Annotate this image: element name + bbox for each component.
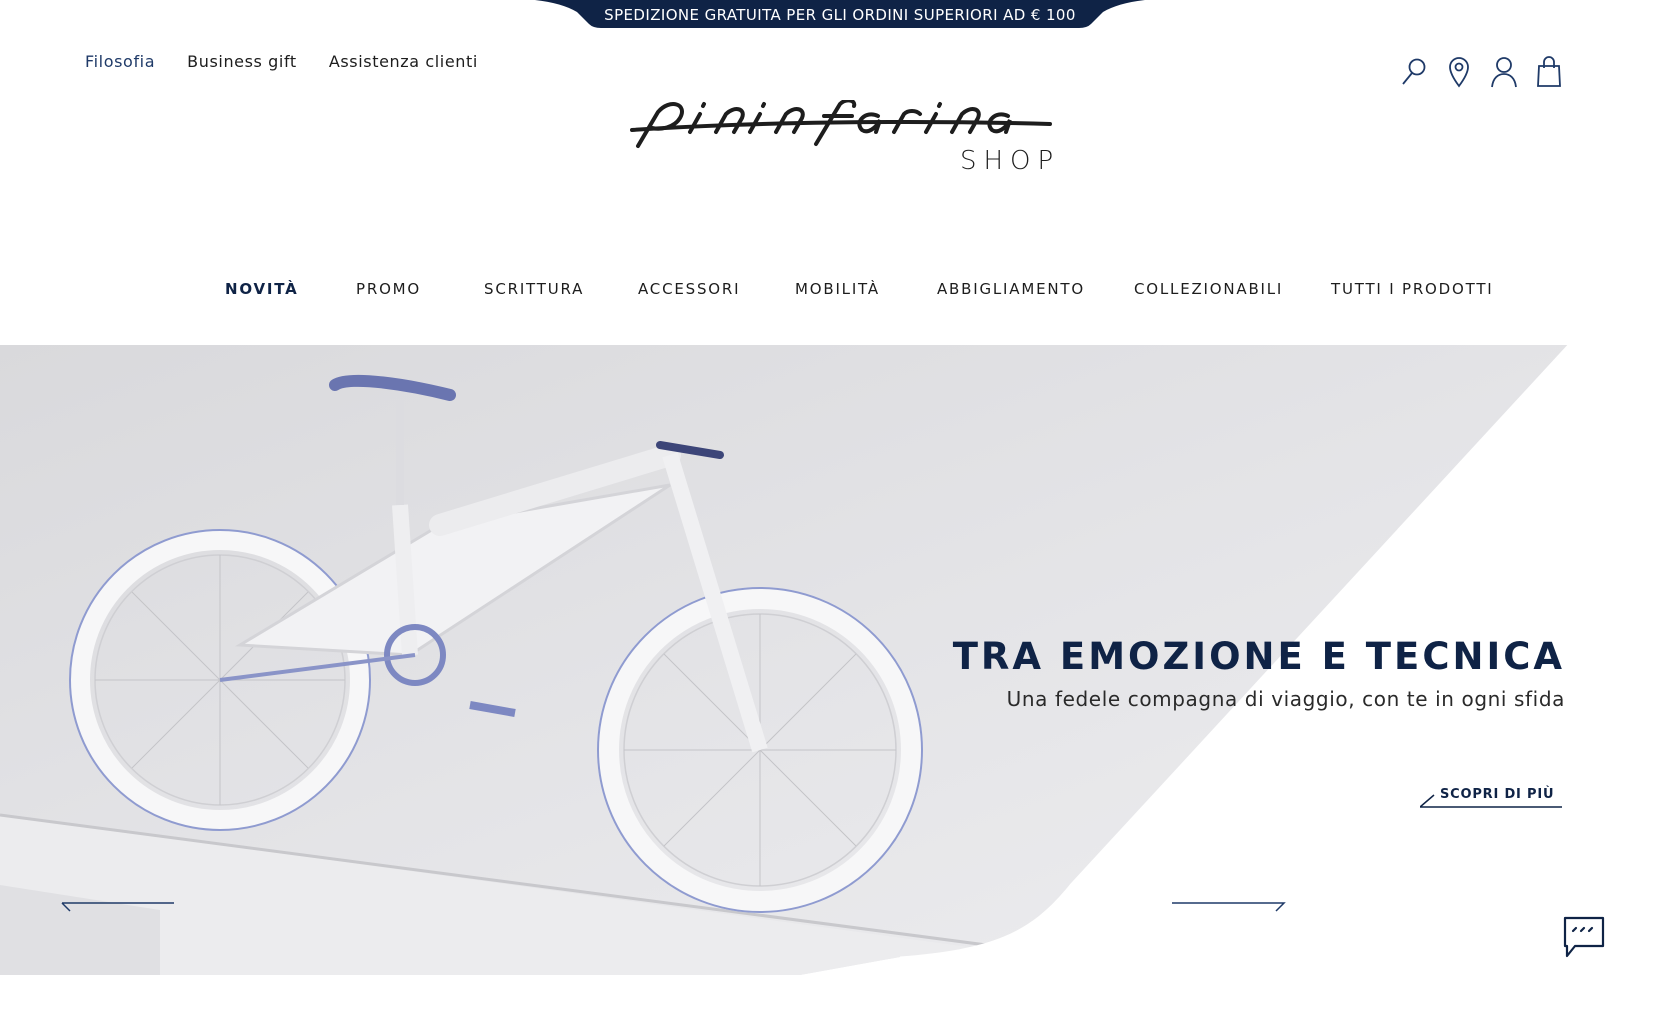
- promo-banner: SPEDIZIONE GRATUITA PER GLI ORDINI SUPER…: [535, 0, 1145, 30]
- util-link-filosofia[interactable]: Filosofia: [85, 52, 155, 71]
- store-locator-icon[interactable]: [1445, 54, 1473, 90]
- hero-title: TRA EMOZIONE E TECNICA: [952, 635, 1565, 678]
- hero-subtitle: Una fedele compagna di viaggio, con te i…: [1006, 687, 1565, 711]
- slider-prev-arrow[interactable]: [60, 900, 176, 914]
- nav-item-abbigliamento[interactable]: ABBIGLIAMENTO: [937, 280, 1085, 298]
- util-link-business-gift[interactable]: Business gift: [187, 52, 297, 71]
- cart-icon[interactable]: [1535, 54, 1563, 90]
- hero-banner: TRA EMOZIONE E TECNICA Una fedele compag…: [0, 345, 1672, 975]
- nav-item-novita[interactable]: NOVITÀ: [225, 280, 299, 298]
- util-link-assistenza-clienti[interactable]: Assistenza clienti: [329, 52, 478, 71]
- utility-nav: Filosofia Business gift Assistenza clien…: [85, 52, 510, 71]
- slider-next-arrow[interactable]: [1170, 900, 1286, 914]
- main-nav: NOVITÀ PROMO SCRITTURA ACCESSORI MOBILIT…: [0, 280, 1672, 310]
- search-icon[interactable]: [1400, 54, 1428, 90]
- nav-item-mobilita[interactable]: MOBILITÀ: [795, 280, 880, 298]
- brand-logo[interactable]: SHOP: [630, 100, 1060, 180]
- discover-more-label: SCOPRI DI PIÙ: [1440, 787, 1555, 802]
- promo-banner-text: SPEDIZIONE GRATUITA PER GLI ORDINI SUPER…: [604, 6, 1076, 24]
- nav-item-collezionabili[interactable]: COLLEZIONABILI: [1134, 280, 1283, 298]
- brand-logo-script: [630, 100, 1052, 148]
- nav-item-promo[interactable]: PROMO: [356, 280, 421, 298]
- account-icon[interactable]: [1490, 54, 1518, 90]
- chat-icon[interactable]: [1561, 914, 1607, 960]
- nav-item-accessori[interactable]: ACCESSORI: [638, 280, 740, 298]
- header-icons: [1400, 54, 1563, 90]
- nav-item-scrittura[interactable]: SCRITTURA: [484, 280, 584, 298]
- nav-item-tutti-i-prodotti[interactable]: TUTTI I PRODOTTI: [1331, 280, 1494, 298]
- brand-logo-shop: SHOP: [960, 146, 1061, 176]
- discover-more-button[interactable]: SCOPRI DI PIÙ: [1420, 785, 1565, 809]
